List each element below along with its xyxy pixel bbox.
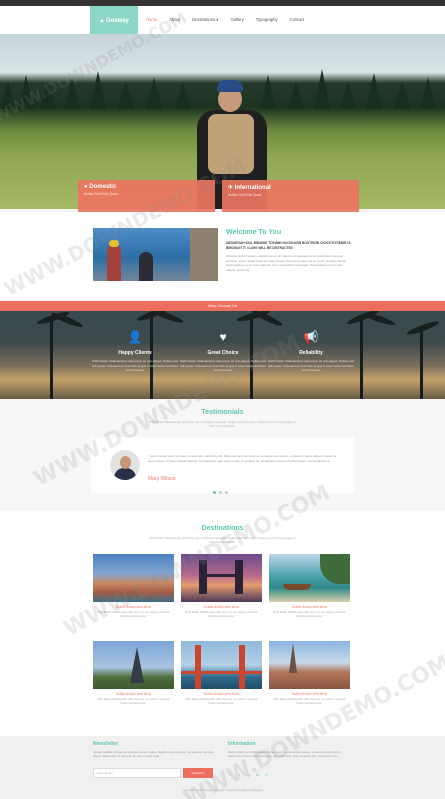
logo-icon: ▲ <box>99 18 105 24</box>
carousel-dots <box>205 491 235 495</box>
carousel-dot[interactable] <box>218 491 222 494</box>
nav-item-typography[interactable]: Typography <box>250 6 284 34</box>
destination-caption: Nullam finibus ante tellus <box>115 692 152 696</box>
destination-card[interactable]: Nullam finibus ante tellus Nulla facilis… <box>93 641 174 719</box>
destinations-title: Destinations <box>201 525 244 532</box>
destination-caption: Nullam finibus ante tellus <box>291 605 328 609</box>
nav-item-gallery[interactable]: Gallery <box>224 6 249 34</box>
destination-card[interactable]: Nullam finibus ante tellus Nulla facilis… <box>181 641 262 719</box>
welcome-body: Quisque dictum sapien, adipiscing vel el… <box>226 254 347 272</box>
welcome-subtitle: ABDURGAH IDUL BIDMIGE TOKIMIN GUGOUIGIN … <box>226 241 351 250</box>
logo[interactable]: ▲ Goaway <box>90 6 138 36</box>
destination-image <box>181 641 262 689</box>
international-title: International <box>234 185 271 191</box>
international-box[interactable]: ✈ International Nullam Sed Felis Quam <box>222 180 359 212</box>
domestic-title: Domestic <box>89 184 117 190</box>
email-field[interactable]: Enter Email <box>93 768 181 778</box>
testimonial-author: Mary Wilson <box>148 476 176 482</box>
destination-image <box>269 554 350 602</box>
navbar: ▲ Goaway Home About Destinations ▾ Galle… <box>0 6 445 36</box>
user-icon: 👤 <box>127 330 143 344</box>
carousel-dot[interactable] <box>224 491 228 494</box>
destination-text: Nulla facilisi. Pellentesque vitae lorem… <box>185 611 258 618</box>
testimonials-title: Testimonials <box>201 409 244 416</box>
destination-text: Nulla facilisi. Pellentesque vitae lorem… <box>97 698 170 705</box>
feature-title: Happy Clients <box>118 350 152 356</box>
heart-icon: ♥ <box>219 330 227 344</box>
newsletter-title: Newsletter <box>93 741 119 747</box>
destination-card[interactable]: Nullam finibus ante tellus Nulla facilis… <box>269 554 350 632</box>
avatar <box>110 450 140 480</box>
destination-image <box>93 641 174 689</box>
nav-item-contact[interactable]: Contact <box>284 6 310 34</box>
why-choose-bar: Why Choose Us <box>0 301 445 311</box>
information-title: Information <box>228 741 256 747</box>
plane-icon: ✈ <box>228 185 234 191</box>
feature-text: Nulla facilisi. Pellentesque vitae lorem… <box>91 359 179 372</box>
destination-text: Nulla facilisi. Pellentesque vitae lorem… <box>185 698 258 705</box>
newsletter-text: Aenean sagittis est eget elit pulvinar c… <box>93 750 215 759</box>
nav-item-destinations[interactable]: Destinations ▾ <box>186 6 224 34</box>
destination-text: Nulla facilisi. Pellentesque vitae lorem… <box>273 611 346 618</box>
testimonial-quote: “ Lorem ipsum dolor sit amet, consectetu… <box>148 454 337 463</box>
globe-icon: ● <box>84 184 88 190</box>
feature-happy-clients: 👤 Happy Clients Nulla facilisi. Pellente… <box>90 330 180 373</box>
welcome-title: Welcome To You <box>226 229 282 236</box>
carousel-dot[interactable] <box>212 491 216 494</box>
logo-text: Goaway <box>105 18 129 24</box>
destination-caption: Nullam finibus ante tellus <box>203 692 240 696</box>
destination-image <box>269 641 350 689</box>
destination-caption: Nullam finibus ante tellus <box>203 605 240 609</box>
destination-caption: Nullam finibus ante tellus <box>291 692 328 696</box>
international-text: Nullam Sed Felis Quam <box>228 193 262 197</box>
